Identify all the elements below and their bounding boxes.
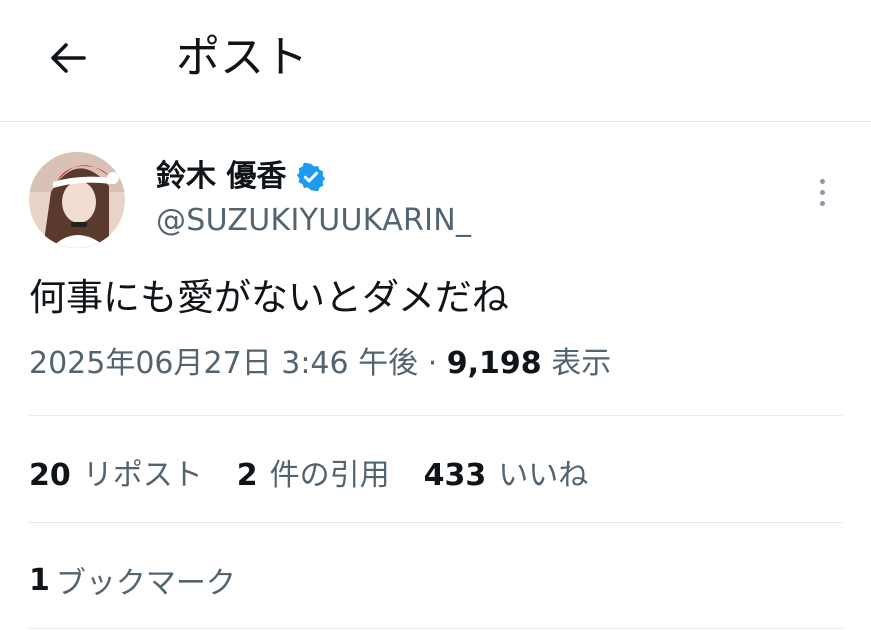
quotes-label: 件の引用 [269, 458, 390, 493]
bookmarks-label: ブックマーク [55, 566, 236, 601]
arrow-left-icon [51, 43, 86, 73]
author-name-row: 鈴木 優香 [156, 156, 326, 198]
post-timestamp[interactable]: 2025年06月27日 3:46 午後 [29, 346, 418, 381]
avatar[interactable] [29, 152, 125, 248]
display-name[interactable]: 鈴木 優香 [156, 157, 286, 197]
reposts-label: リポスト [82, 458, 203, 493]
more-dot-icon [819, 189, 825, 195]
divider [29, 415, 842, 416]
author-handle[interactable]: @SUZUKIYUUKARIN_ [156, 200, 471, 242]
bookmarks-count: 1 [29, 562, 50, 598]
meta-separator: · [427, 346, 438, 381]
reposts-stat[interactable]: 20 リポスト [29, 450, 203, 494]
reposts-count: 20 [29, 458, 71, 493]
likes-count: 433 [423, 458, 487, 493]
divider [29, 522, 842, 523]
post-meta: 2025年06月27日 3:46 午後 · 9,198 表示 [29, 342, 611, 386]
divider [29, 628, 842, 629]
post-text: 何事にも愛がないとダメだね [29, 276, 509, 319]
more-dot-icon [819, 178, 825, 184]
views-count: 9,198 [446, 346, 542, 381]
views-label: 表示 [551, 346, 612, 381]
verified-badge-icon [297, 162, 326, 192]
page-title: ポスト [176, 32, 308, 83]
more-options-button[interactable] [808, 172, 836, 212]
quotes-count: 2 [236, 458, 258, 493]
top-bar: ポスト [0, 0, 871, 122]
bookmarks-stat[interactable]: 1 ブックマーク [29, 554, 236, 606]
likes-label: いいね [498, 458, 589, 493]
likes-stat[interactable]: 433 いいね [424, 450, 589, 494]
engagement-stats: 20 リポスト 2 件の引用 433 いいね [29, 446, 622, 498]
back-button[interactable] [40, 30, 96, 86]
more-dot-icon [819, 200, 825, 206]
quotes-stat[interactable]: 2 件の引用 [237, 450, 390, 494]
